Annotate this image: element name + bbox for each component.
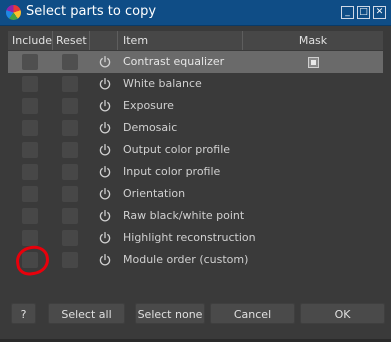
title-bar[interactable]: Select parts to copy _ □ ✕: [0, 0, 391, 26]
item-label: White balance: [123, 77, 202, 90]
cancel-button[interactable]: Cancel: [210, 303, 295, 324]
header-item[interactable]: Item: [118, 31, 243, 50]
table-row[interactable]: Output color profile: [8, 139, 383, 161]
header-reset[interactable]: Reset: [53, 31, 90, 50]
power-icon: [98, 121, 112, 135]
parts-table: Include Reset Item Mask Contrast equaliz…: [8, 31, 383, 271]
select-none-button[interactable]: Select none: [135, 303, 205, 324]
window-title: Select parts to copy: [26, 4, 157, 19]
include-checkbox[interactable]: [22, 120, 38, 136]
reset-checkbox[interactable]: [62, 54, 78, 70]
power-icon: [98, 209, 112, 223]
reset-checkbox[interactable]: [62, 142, 78, 158]
table-row[interactable]: Orientation: [8, 183, 383, 205]
table-row[interactable]: White balance: [8, 73, 383, 95]
include-checkbox[interactable]: [22, 230, 38, 246]
reset-checkbox[interactable]: [62, 120, 78, 136]
reset-checkbox[interactable]: [62, 98, 78, 114]
power-icon: [98, 165, 112, 179]
power-icon: [98, 55, 112, 69]
table-header: Include Reset Item Mask: [8, 31, 383, 50]
power-icon: [98, 231, 112, 245]
reset-checkbox[interactable]: [62, 164, 78, 180]
item-label: Input color profile: [123, 165, 221, 178]
reset-checkbox[interactable]: [62, 252, 78, 268]
ok-button[interactable]: OK: [300, 303, 385, 324]
close-button[interactable]: ✕: [373, 6, 386, 19]
item-label: Module order (custom): [123, 253, 249, 266]
include-checkbox[interactable]: [22, 142, 38, 158]
item-label: Output color profile: [123, 143, 231, 156]
reset-checkbox[interactable]: [62, 186, 78, 202]
item-label: Contrast equalizer: [123, 55, 225, 68]
table-row[interactable]: Module order (custom): [8, 249, 383, 271]
header-power[interactable]: [90, 31, 118, 50]
power-icon: [98, 77, 112, 91]
reset-checkbox[interactable]: [62, 208, 78, 224]
table-row[interactable]: Highlight reconstruction: [8, 227, 383, 249]
power-icon: [98, 187, 112, 201]
include-checkbox[interactable]: [22, 208, 38, 224]
power-icon: [98, 253, 112, 267]
header-mask[interactable]: Mask: [243, 31, 383, 50]
minimize-button[interactable]: _: [341, 6, 354, 19]
mask-checkbox[interactable]: [308, 57, 319, 68]
maximize-button[interactable]: □: [357, 6, 370, 19]
table-row[interactable]: Raw black/white point: [8, 205, 383, 227]
reset-checkbox[interactable]: [62, 230, 78, 246]
include-checkbox[interactable]: [22, 164, 38, 180]
item-label: Exposure: [123, 99, 174, 112]
item-label: Raw black/white point: [123, 209, 245, 222]
table-row[interactable]: Demosaic: [8, 117, 383, 139]
item-label: Highlight reconstruction: [123, 231, 256, 244]
select-all-button[interactable]: Select all: [48, 303, 125, 324]
power-icon: [98, 143, 112, 157]
item-label: Demosaic: [123, 121, 178, 134]
include-checkbox[interactable]: [22, 54, 38, 70]
reset-checkbox[interactable]: [62, 76, 78, 92]
item-label: Orientation: [123, 187, 186, 200]
include-checkbox[interactable]: [22, 98, 38, 114]
table-row[interactable]: Input color profile: [8, 161, 383, 183]
table-row[interactable]: Exposure: [8, 95, 383, 117]
header-include[interactable]: Include: [8, 31, 53, 50]
include-checkbox[interactable]: [22, 76, 38, 92]
table-row[interactable]: Contrast equalizer: [8, 51, 383, 73]
power-icon: [98, 99, 112, 113]
include-checkbox[interactable]: [22, 186, 38, 202]
help-button[interactable]: ?: [11, 303, 36, 324]
darktable-app-icon: [6, 5, 21, 20]
